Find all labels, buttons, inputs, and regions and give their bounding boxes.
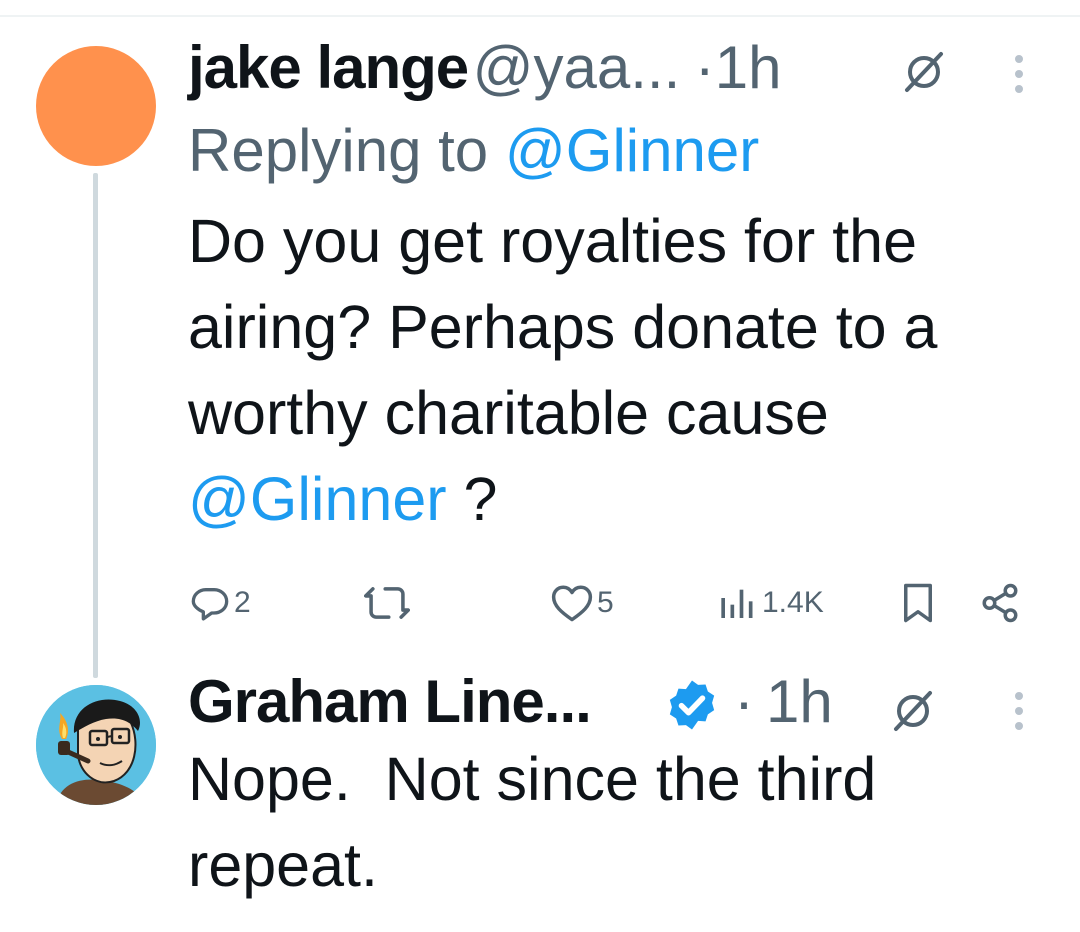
share-icon: [982, 583, 1018, 623]
tweet-text-line: worthy charitable cause: [188, 379, 829, 447]
display-name[interactable]: jake lange: [188, 34, 469, 101]
replying-to: Replying to @Glinner: [188, 116, 759, 185]
replying-to-mention[interactable]: @Glinner: [505, 117, 759, 184]
retweet-button[interactable]: [364, 580, 414, 626]
tweet-text-suffix: ?: [446, 465, 498, 533]
more-icon[interactable]: [1015, 55, 1025, 100]
tweet-header: jake lange @yaa... ·1h: [188, 38, 781, 98]
top-divider: [0, 15, 1080, 17]
heart-icon: [551, 585, 593, 622]
cartoon-avatar-image: [36, 685, 156, 805]
tweet-body: Do you get royalties for the airing? Per…: [188, 198, 937, 542]
share-button[interactable]: [978, 580, 1022, 626]
tweet-header: Graham Line...: [188, 672, 592, 732]
body-mention[interactable]: @Glinner: [188, 465, 447, 533]
grok-icon[interactable]: [890, 687, 936, 733]
views-icon: [721, 589, 753, 618]
view-count: 1.4K: [762, 586, 824, 619]
tweet-text-line: repeat.: [188, 831, 378, 899]
tweet-body: Nope. Not since the third repeat.: [188, 736, 876, 908]
avatar-graham[interactable]: [36, 685, 156, 805]
avatar-jake-lange[interactable]: [36, 46, 156, 166]
timestamp[interactable]: 1h: [715, 34, 782, 101]
replying-to-label: Replying to: [188, 117, 489, 184]
separator-dot: ·: [734, 668, 754, 735]
thread-connector-line: [93, 173, 98, 678]
tweet-text-line: airing? Perhaps donate to a: [188, 293, 938, 361]
like-button[interactable]: 5: [551, 580, 614, 626]
grok-icon[interactable]: [901, 48, 947, 94]
reply-count: 2: [234, 586, 251, 619]
verified-badge-icon: [669, 680, 715, 730]
bookmark-icon: [904, 583, 932, 623]
display-name[interactable]: Graham Line...: [188, 668, 592, 735]
more-icon[interactable]: [1015, 692, 1025, 737]
bookmark-button[interactable]: [900, 580, 936, 626]
reply-button[interactable]: 2: [190, 580, 251, 626]
tweet-text-line: Nope. Not since the third: [188, 745, 877, 813]
tweet-meta: · 1h: [734, 672, 833, 732]
tweet-text-line: Do you get royalties for the: [188, 207, 917, 275]
retweet-icon: [364, 587, 410, 619]
like-count: 5: [597, 586, 614, 619]
reply-icon: [191, 588, 229, 621]
handle[interactable]: @yaa...: [473, 34, 681, 101]
timestamp[interactable]: 1h: [766, 668, 833, 735]
separator-dot: ·: [694, 34, 715, 101]
views-button[interactable]: 1.4K: [718, 580, 824, 626]
tweet-text-line: @Glinner ?: [188, 456, 937, 542]
